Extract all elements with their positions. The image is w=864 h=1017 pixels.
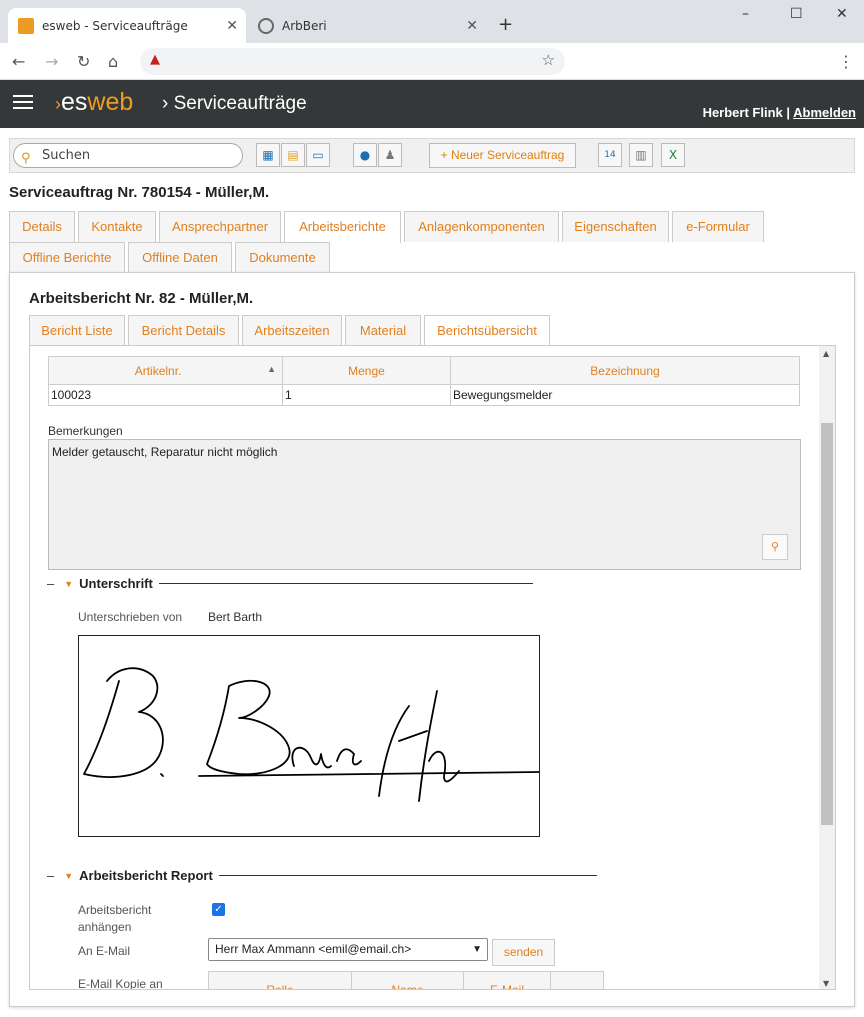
column-header-email[interactable]: E-Mail bbox=[463, 971, 551, 989]
email-label: An E-Mail bbox=[78, 944, 131, 958]
new-service-order-button[interactable]: + Neuer Serviceauftrag bbox=[429, 143, 576, 168]
tab-details[interactable]: Details bbox=[9, 211, 75, 242]
column-header-rolle[interactable]: Rolle bbox=[208, 971, 352, 989]
breadcrumb-current: Serviceaufträge bbox=[173, 93, 307, 114]
tab-anlagenkomponenten[interactable]: Anlagenkomponenten bbox=[404, 211, 559, 242]
table-cell: 1 bbox=[282, 384, 451, 406]
tab-offline-daten[interactable]: Offline Daten bbox=[128, 242, 232, 273]
tab-bericht-liste[interactable]: Bericht Liste bbox=[29, 315, 125, 346]
zoom-icon[interactable]: ⚲ bbox=[762, 534, 788, 560]
collapse-icon[interactable]: – bbox=[47, 576, 54, 591]
report-title: Arbeitsbericht Nr. 82 - Müller,M. bbox=[29, 290, 254, 307]
esweb-favicon-icon bbox=[18, 17, 34, 34]
browser-tab-title: esweb - Serviceaufträge bbox=[42, 18, 188, 33]
material-table: Artikelnr. ▲ Menge Bezeichnung 100023 1 B… bbox=[48, 356, 800, 406]
home-icon[interactable]: ⌂ bbox=[108, 52, 118, 71]
signed-by-label: Unterschrieben von bbox=[78, 610, 183, 624]
esweb-logo[interactable]: ›esweb bbox=[55, 88, 133, 117]
folder-icon[interactable]: ▭ bbox=[306, 143, 330, 167]
column-header-artikelnr[interactable]: Artikelnr. ▲ bbox=[48, 356, 283, 385]
report-section-header[interactable]: – ▼ Arbeitsbericht Report bbox=[47, 868, 597, 883]
browser-tab-title: ArbBeri bbox=[282, 18, 327, 33]
report-icon[interactable]: ▥ bbox=[629, 143, 653, 167]
table-row[interactable]: 100023 1 Bewegungsmelder bbox=[48, 384, 800, 406]
collapse-icon[interactable]: – bbox=[47, 868, 54, 883]
vertical-scrollbar[interactable]: ▲ ▼ bbox=[819, 346, 835, 989]
search-icon: ⚲ bbox=[21, 151, 31, 166]
toolbar: ⚲ Suchen ▦ ▤ ▭ ● ♟ + Neuer Serviceauftra… bbox=[9, 138, 855, 173]
browser-tab-esweb[interactable]: esweb - Serviceaufträge ✕ bbox=[8, 8, 246, 43]
report-overview-content: Artikelnr. ▲ Menge Bezeichnung 100023 1 B… bbox=[29, 345, 836, 990]
table-cell: Bewegungsmelder bbox=[450, 384, 800, 406]
attach-report-checkbox[interactable]: ✓ bbox=[212, 903, 225, 916]
app-header: ›esweb › Serviceaufträge Herbert Flink |… bbox=[0, 80, 864, 128]
menu-kebab-icon[interactable]: ⋮ bbox=[838, 52, 854, 71]
tab-material[interactable]: Material bbox=[345, 315, 421, 346]
tab-arbeitsberichte[interactable]: Arbeitsberichte bbox=[284, 211, 401, 243]
user-group-icon[interactable]: ♟ bbox=[378, 143, 402, 167]
address-bar: ← → ↻ ⌂ ▲ ☆ ⋮ bbox=[0, 43, 864, 80]
close-tab-icon[interactable]: ✕ bbox=[466, 18, 478, 34]
tab-ansprechpartner[interactable]: Ansprechpartner bbox=[159, 211, 281, 242]
browser-tab-strip: esweb - Serviceaufträge ✕ ArbBeri ✕ + – … bbox=[0, 0, 864, 43]
warning-icon: ▲ bbox=[150, 52, 160, 67]
page-title: Serviceauftrag Nr. 780154 - Müller,M. bbox=[9, 184, 270, 201]
tab-e-formular[interactable]: e-Formular bbox=[672, 211, 764, 242]
chevron-down-icon: ▼ bbox=[472, 944, 482, 955]
tab-kontakte[interactable]: Kontakte bbox=[78, 211, 156, 242]
close-tab-icon[interactable]: ✕ bbox=[226, 18, 238, 34]
user-name: Herbert Flink bbox=[702, 105, 783, 120]
url-field[interactable]: ▲ ☆ bbox=[140, 48, 565, 75]
globe-icon bbox=[258, 17, 274, 34]
close-window-button[interactable]: ✕ bbox=[836, 6, 848, 22]
maximize-button[interactable]: ☐ bbox=[790, 6, 803, 22]
column-header-actions bbox=[550, 971, 604, 989]
calendar-icon[interactable]: 14 bbox=[598, 143, 622, 167]
tab-arbeitszeiten[interactable]: Arbeitszeiten bbox=[242, 315, 342, 346]
signature-canvas[interactable] bbox=[78, 635, 540, 837]
signed-by-value: Bert Barth bbox=[208, 610, 263, 624]
send-button[interactable]: senden bbox=[492, 939, 555, 966]
new-tab-button[interactable]: + bbox=[498, 14, 513, 35]
signature-image bbox=[83, 667, 540, 802]
report-panel: Arbeitsbericht Nr. 82 - Müller,M. Berich… bbox=[9, 272, 855, 1007]
tab-berichtsuebersicht[interactable]: Berichtsübersicht bbox=[424, 315, 550, 347]
breadcrumb: › Serviceaufträge bbox=[162, 93, 307, 114]
remarks-label: Bemerkungen bbox=[48, 424, 123, 438]
tab-offline-berichte[interactable]: Offline Berichte bbox=[9, 242, 125, 273]
column-header-bezeichnung[interactable]: Bezeichnung bbox=[450, 356, 800, 385]
email-cc-label: E-Mail Kopie an bbox=[78, 977, 163, 990]
user-filter-icon[interactable]: ● bbox=[353, 143, 377, 167]
forward-icon[interactable]: → bbox=[45, 52, 58, 71]
email-select[interactable]: Herr Max Ammann <emil@email.ch> ▼ bbox=[208, 938, 488, 961]
card-view-icon[interactable]: ▤ bbox=[281, 143, 305, 167]
list-view-icon[interactable]: ▦ bbox=[256, 143, 280, 167]
attach-report-label: Arbeitsbericht anhängen bbox=[78, 903, 152, 934]
column-header-menge[interactable]: Menge bbox=[282, 356, 451, 385]
sort-ascending-icon: ▲ bbox=[267, 363, 276, 374]
minimize-button[interactable]: – bbox=[742, 6, 749, 22]
tab-bericht-details[interactable]: Bericht Details bbox=[128, 315, 239, 346]
scroll-down-icon[interactable]: ▼ bbox=[823, 979, 829, 988]
column-header-name[interactable]: Name bbox=[351, 971, 464, 989]
reload-icon[interactable]: ↻ bbox=[77, 52, 90, 71]
star-icon[interactable]: ☆ bbox=[542, 51, 555, 69]
browser-tab-arbberi[interactable]: ArbBeri ✕ bbox=[248, 8, 486, 43]
excel-export-icon[interactable]: X bbox=[661, 143, 685, 167]
email-cc-table: Rolle Name E-Mail bbox=[208, 971, 604, 989]
caret-down-icon: ▼ bbox=[64, 578, 74, 589]
table-cell: 100023 bbox=[48, 384, 283, 406]
tab-eigenschaften[interactable]: Eigenschaften bbox=[562, 211, 669, 242]
scroll-up-icon[interactable]: ▲ bbox=[823, 349, 829, 358]
search-input[interactable]: ⚲ Suchen bbox=[13, 143, 243, 168]
hamburger-menu-icon[interactable] bbox=[13, 95, 33, 111]
user-area: Herbert Flink | Abmelden bbox=[702, 105, 856, 120]
signature-section-header[interactable]: – ▼ Unterschrift bbox=[47, 576, 533, 591]
logout-link[interactable]: Abmelden bbox=[793, 105, 856, 120]
scrollbar-thumb[interactable] bbox=[821, 423, 833, 825]
remarks-textarea[interactable]: Melder getauscht, Reparatur nicht möglic… bbox=[48, 439, 801, 570]
back-icon[interactable]: ← bbox=[12, 52, 25, 71]
caret-down-icon: ▼ bbox=[64, 870, 74, 881]
tab-dokumente[interactable]: Dokumente bbox=[235, 242, 330, 273]
